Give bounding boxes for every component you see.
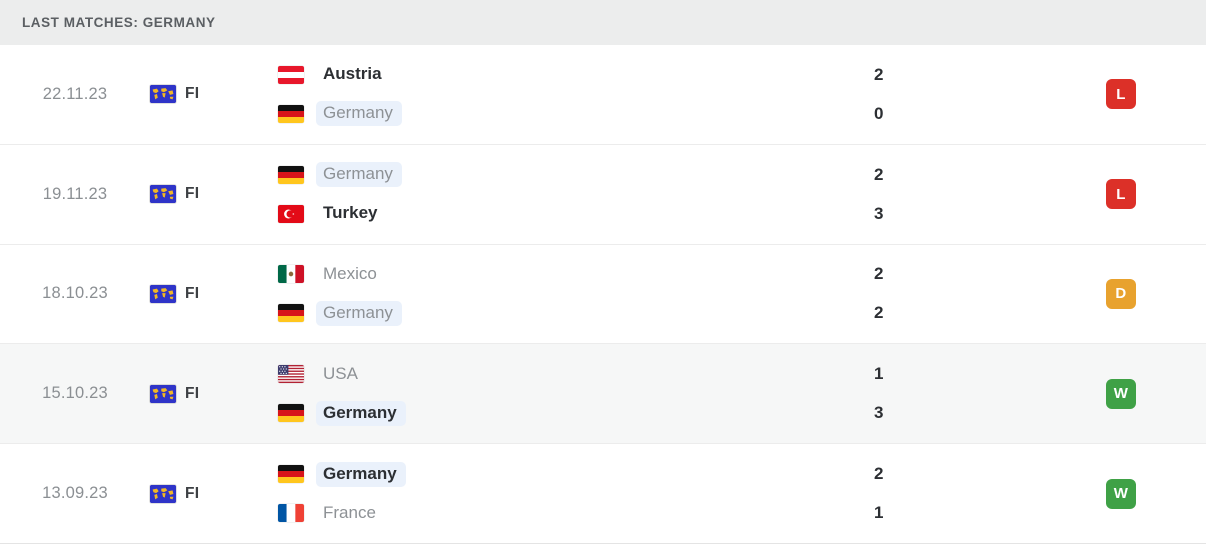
competition-cell[interactable]: FI (150, 384, 268, 403)
match-date: 22.11.23 (42, 84, 108, 103)
teams-cell: Germany France (268, 461, 826, 525)
table-row[interactable]: 15.10.23 FI USA Germany 1 3 W (0, 344, 1206, 445)
team-name-home: Germany (316, 162, 402, 188)
score-away: 3 (874, 203, 884, 223)
status-badge: W (1106, 378, 1136, 409)
competition-cell[interactable]: FI (150, 484, 268, 503)
scores-cell: 23 (826, 163, 1036, 226)
team-line-home[interactable]: Germany (278, 461, 826, 487)
result-cell: D (1036, 278, 1206, 309)
team-line-away[interactable]: Germany (278, 400, 826, 426)
result-cell: L (1036, 179, 1206, 210)
score-home: 1 (874, 364, 884, 384)
table-row[interactable]: 19.11.23 FI Germany Turkey 2 3 L (0, 144, 1206, 245)
competition-label: FI (185, 85, 200, 103)
team-line-home[interactable]: Germany (278, 162, 826, 188)
competition-label: FI (185, 384, 200, 402)
team-line-away[interactable]: Germany (278, 300, 826, 326)
germany-flag (278, 104, 304, 123)
table-row[interactable]: 18.10.23 FI Mexico Germany 2 2 D (0, 244, 1206, 345)
table-row[interactable]: 22.11.23 FI Austria Germany 2 0 L (0, 45, 1206, 145)
teams-cell: USA Germany (268, 362, 826, 426)
score-home: 2 (874, 64, 884, 84)
status-badge: L (1106, 79, 1136, 110)
usa-flag (278, 365, 304, 384)
scores-cell: 22 (826, 262, 1036, 325)
result-cell: W (1036, 478, 1206, 509)
score-home: 2 (874, 164, 884, 184)
team-line-away[interactable]: France (278, 501, 826, 525)
teams-cell: Germany Turkey (268, 162, 826, 226)
scores-cell: 13 (826, 362, 1036, 425)
competition-cell[interactable]: FI (150, 185, 268, 204)
team-line-home[interactable]: USA (278, 362, 826, 386)
score-home: 2 (874, 264, 884, 284)
world-map-icon (150, 284, 176, 303)
competition-label: FI (185, 185, 200, 203)
score-away: 1 (874, 503, 884, 523)
status-badge: W (1106, 478, 1136, 509)
match-date: 19.11.23 (42, 184, 108, 203)
teams-cell: Mexico Germany (268, 262, 826, 326)
team-name-home: Mexico (323, 263, 377, 283)
score-away: 3 (874, 403, 884, 423)
team-name-away: Turkey (323, 203, 378, 223)
result-cell: W (1036, 378, 1206, 409)
austria-flag (278, 65, 304, 84)
competition-cell[interactable]: FI (150, 284, 268, 303)
germany-flag (278, 465, 304, 484)
germany-flag (278, 304, 304, 323)
panel-header-title: LAST MATCHES: GERMANY (22, 15, 216, 30)
result-cell: L (1036, 79, 1206, 110)
world-map-icon (150, 384, 176, 403)
match-date: 15.10.23 (42, 384, 108, 403)
team-name-away: Germany (316, 101, 402, 127)
competition-label: FI (185, 484, 200, 502)
team-line-away[interactable]: Turkey (278, 202, 826, 226)
world-map-icon (150, 185, 176, 204)
team-name-home: Germany (316, 461, 406, 487)
team-line-away[interactable]: Germany (278, 101, 826, 127)
team-name-home: Austria (323, 64, 382, 84)
score-away: 0 (874, 103, 884, 123)
mexico-flag (278, 265, 304, 284)
team-name-away: France (323, 502, 376, 522)
team-line-home[interactable]: Austria (278, 63, 826, 87)
team-name-away: Germany (316, 300, 402, 326)
status-badge: L (1106, 179, 1136, 210)
matches-list: 22.11.23 FI Austria Germany 2 0 L 19.11.23 FI Ger… (0, 45, 1206, 544)
match-date: 13.09.23 (42, 484, 108, 503)
score-away: 2 (874, 303, 884, 323)
last-matches-widget: LAST MATCHES: GERMANY 22.11.23 FI Austria G… (0, 0, 1206, 544)
team-name-home: USA (323, 363, 358, 383)
team-line-home[interactable]: Mexico (278, 262, 826, 286)
competition-label: FI (185, 284, 200, 302)
competition-cell[interactable]: FI (150, 85, 268, 104)
world-map-icon (150, 85, 176, 104)
germany-flag (278, 404, 304, 423)
team-name-away: Germany (316, 400, 406, 426)
scores-cell: 20 (826, 63, 1036, 126)
panel-header: LAST MATCHES: GERMANY (0, 0, 1206, 45)
match-date: 18.10.23 (42, 284, 108, 303)
scores-cell: 21 (826, 462, 1036, 525)
world-map-icon (150, 484, 176, 503)
turkey-flag (278, 204, 304, 223)
status-badge: D (1106, 278, 1136, 309)
teams-cell: Austria Germany (268, 63, 826, 127)
france-flag (278, 504, 304, 523)
score-home: 2 (874, 464, 884, 484)
table-row[interactable]: 13.09.23 FI Germany France 2 1 W (0, 444, 1206, 544)
germany-flag (278, 165, 304, 184)
